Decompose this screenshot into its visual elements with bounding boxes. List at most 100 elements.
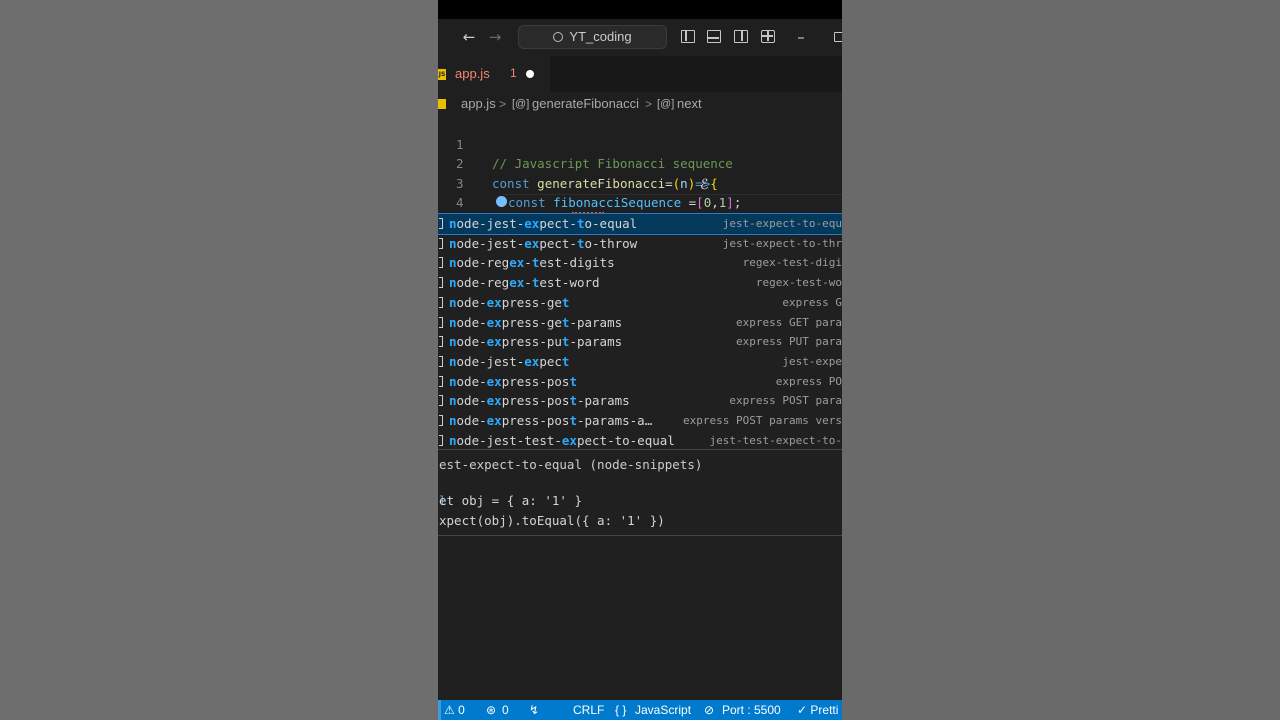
language-mode[interactable]: JavaScript bbox=[635, 700, 691, 720]
snippet-icon bbox=[439, 375, 443, 387]
minimize-icon[interactable]: – bbox=[791, 27, 811, 47]
toggle-panel-icon[interactable] bbox=[707, 30, 721, 43]
suggestion-item[interactable]: node-express-put-params express PUT para bbox=[438, 332, 842, 352]
snippet-icon bbox=[439, 336, 443, 348]
suggestion-detail: express POST params vers bbox=[683, 414, 842, 427]
titlebar: ← → YT_coding – bbox=[438, 19, 842, 56]
code-line: 3 const fibonacciSequence =[0,1]; bbox=[438, 154, 842, 211]
suggestion-item[interactable]: node-express-get-params express GET para bbox=[438, 313, 842, 333]
details-code-text: et obj = { a: '1' } bbox=[439, 493, 582, 508]
suggestion-label: node-express-put-params bbox=[449, 334, 623, 350]
suggestion-item[interactable]: node-jest-expect jest-expe bbox=[438, 352, 842, 372]
suggestion-detail: express G bbox=[782, 295, 842, 309]
suggestion-item[interactable]: node-express-post-params-a… express POST … bbox=[438, 411, 842, 431]
details-title: est-expect-to-equal (node-snippets) bbox=[439, 457, 703, 472]
suggestion-label: node-jest-expect bbox=[449, 353, 570, 369]
lightning-icon[interactable]: ↯ bbox=[529, 700, 539, 720]
language-braces-icon: { } bbox=[615, 703, 627, 717]
details-code-text: xpect(obj).toEqual({ a: '1' }) bbox=[439, 513, 665, 528]
suggestion-label: node-express-post-params-a… bbox=[449, 413, 653, 428]
customize-layout-icon[interactable] bbox=[761, 30, 775, 43]
suggest-details: est-expect-to-equal (node-snippets) l et… bbox=[438, 451, 842, 536]
suggestion-detail: jest-test-expect-to- bbox=[709, 433, 842, 447]
suggestion-detail: express PO bbox=[775, 374, 842, 388]
snippet-icon bbox=[439, 277, 443, 289]
problems-status[interactable]: ⚠ 0 bbox=[444, 700, 465, 720]
search-label: YT_coding bbox=[569, 29, 632, 44]
code-line: 2 const generateFibonacci=(n)=>{ bbox=[438, 135, 842, 191]
code-editor[interactable]: 1 // Javascript Fibonacci sequence 2 con… bbox=[438, 115, 842, 250]
suggestion-detail: jest-expect-to-thr bbox=[722, 236, 842, 250]
toggle-secondary-sidebar-icon[interactable] bbox=[734, 30, 748, 43]
vscode-window: ← → YT_coding – JS app.js 1 app.js > [@]… bbox=[438, 0, 842, 720]
search-icon bbox=[553, 32, 564, 42]
breadcrumb-separator: > bbox=[499, 97, 507, 111]
snippet-icon bbox=[439, 237, 443, 249]
suggestion-item[interactable]: node-jest-test-expect-to-equal jest-test-… bbox=[438, 431, 842, 451]
live-server-port[interactable]: Port : 5500 bbox=[722, 700, 781, 720]
suggestion-detail: jest-expe bbox=[782, 354, 842, 368]
breadcrumb: app.js > [@] generateFibonacci > [@] nex… bbox=[438, 93, 842, 115]
ports-count[interactable]: 0 bbox=[502, 700, 509, 720]
suggestion-detail: express PUT para bbox=[736, 335, 842, 349]
prettier-status[interactable]: ✓ Pretti bbox=[797, 700, 838, 720]
suggestion-label: node-jest-expect-to-throw bbox=[449, 235, 638, 251]
arrow-right-icon[interactable]: → bbox=[485, 27, 505, 47]
suggestion-item[interactable]: node-regex-test-digits regex-test-digi bbox=[438, 253, 842, 273]
suggestion-label: node-regex-test-word bbox=[449, 275, 600, 291]
antenna-icon: ⊛ bbox=[486, 703, 497, 717]
javascript-file-icon bbox=[438, 99, 446, 109]
status-bar: ⚠ 0 ⊛ 0 ↯ CRLF { } JavaScript ⊘ Port : 5… bbox=[438, 700, 842, 720]
no-entry-icon: ⊘ bbox=[704, 703, 715, 717]
problems-count: 1 bbox=[510, 66, 517, 80]
code-line: 1 // Javascript Fibonacci sequence bbox=[438, 115, 842, 172]
details-code-line-2: xpect(obj).toEqual({ a: '1' }) bbox=[439, 513, 665, 528]
suggestion-item[interactable]: node-regex-test-word regex-test-wo bbox=[438, 273, 842, 293]
video-letterbox-right bbox=[842, 0, 1280, 720]
suggestion-label: node-express-post bbox=[449, 373, 577, 389]
variable-symbol-icon: [@] bbox=[512, 98, 530, 110]
suggestion-label: node-jest-expect-to-equal bbox=[449, 216, 638, 231]
breadcrumb-symbol-generatefibonacci[interactable]: generateFibonacci bbox=[532, 93, 639, 115]
breadcrumb-separator: > bbox=[645, 97, 653, 111]
lightbulb-icon[interactable] bbox=[496, 196, 507, 207]
snippet-icon bbox=[439, 355, 443, 367]
code-line: 4 for(let i=2; i<n; i++){ bbox=[438, 174, 842, 231]
command-center-search[interactable]: YT_coding bbox=[518, 25, 667, 49]
snippet-icon bbox=[439, 434, 443, 446]
top-bar-black bbox=[438, 0, 842, 19]
breadcrumb-file[interactable]: app.js bbox=[461, 93, 496, 115]
suggestion-item[interactable]: node-express-get express G bbox=[438, 293, 842, 313]
breadcrumb-symbol-next[interactable]: next bbox=[677, 93, 702, 115]
suggestion-detail: jest-expect-to-equ bbox=[722, 217, 842, 230]
suggestion-item[interactable]: node-express-post express PO bbox=[438, 372, 842, 392]
suggestion-label: node-express-post-params bbox=[449, 393, 630, 409]
editor-tabs: JS app.js 1 bbox=[438, 56, 842, 92]
suggestion-label: node-jest-test-expect-to-equal bbox=[449, 432, 675, 448]
tab-app-js[interactable]: JS app.js 1 bbox=[438, 56, 550, 92]
eol-status[interactable]: CRLF bbox=[573, 700, 604, 720]
suggestion-item[interactable]: node-jest-expect-to-equal jest-expect-to-… bbox=[438, 213, 842, 235]
tab-label: app.js bbox=[455, 66, 490, 81]
suggestion-item[interactable]: node-express-post-params express POST par… bbox=[438, 391, 842, 411]
suggestion-detail: express POST para bbox=[729, 394, 842, 408]
text-cursor-icon: ℰ bbox=[700, 177, 709, 193]
snippet-icon bbox=[439, 395, 443, 407]
toggle-primary-sidebar-icon[interactable] bbox=[681, 30, 695, 43]
snippet-icon bbox=[439, 296, 443, 308]
suggestion-detail: express GET para bbox=[736, 315, 842, 329]
suggestion-item[interactable]: node-jest-expect-to-throw jest-expect-to-… bbox=[438, 234, 842, 254]
suggest-widget: node-jest-expect-to-equal jest-expect-to-… bbox=[438, 213, 842, 450]
javascript-file-icon: JS bbox=[438, 69, 446, 80]
snippet-icon bbox=[439, 257, 443, 269]
suggestion-label: node-express-get-params bbox=[449, 314, 623, 330]
unsaved-dot-icon[interactable] bbox=[526, 70, 534, 78]
snippet-icon bbox=[439, 218, 443, 229]
maximize-icon[interactable] bbox=[834, 32, 842, 42]
suggestion-label: node-regex-test-digits bbox=[449, 255, 615, 271]
arrow-left-icon[interactable]: ← bbox=[459, 27, 479, 47]
details-code-line-1: et obj = { a: '1' } bbox=[439, 493, 582, 508]
remote-indicator[interactable] bbox=[438, 700, 441, 720]
suggestion-label: node-express-get bbox=[449, 294, 570, 310]
suggestion-detail: regex-test-digi bbox=[742, 256, 842, 270]
